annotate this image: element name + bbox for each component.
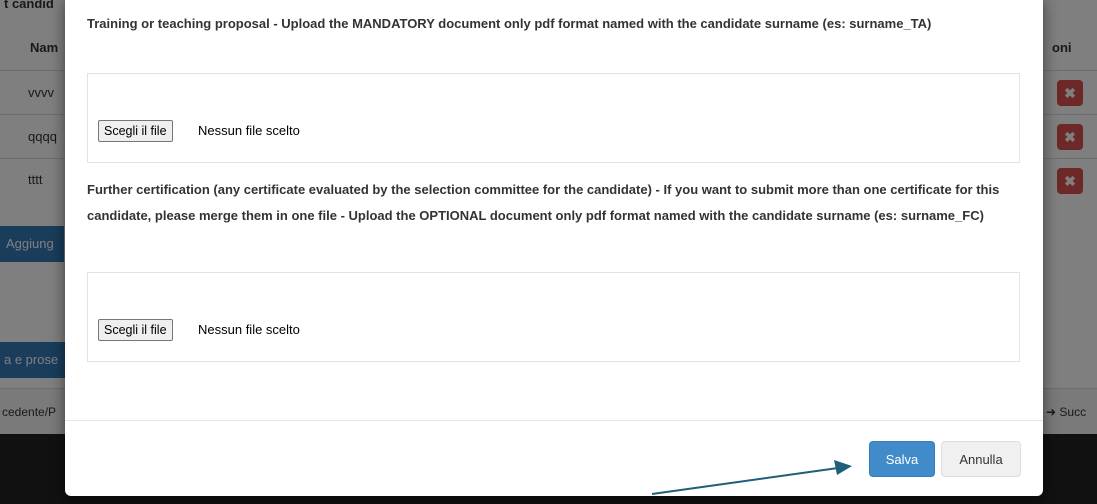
- annotation-arrow-icon: [651, 460, 852, 495]
